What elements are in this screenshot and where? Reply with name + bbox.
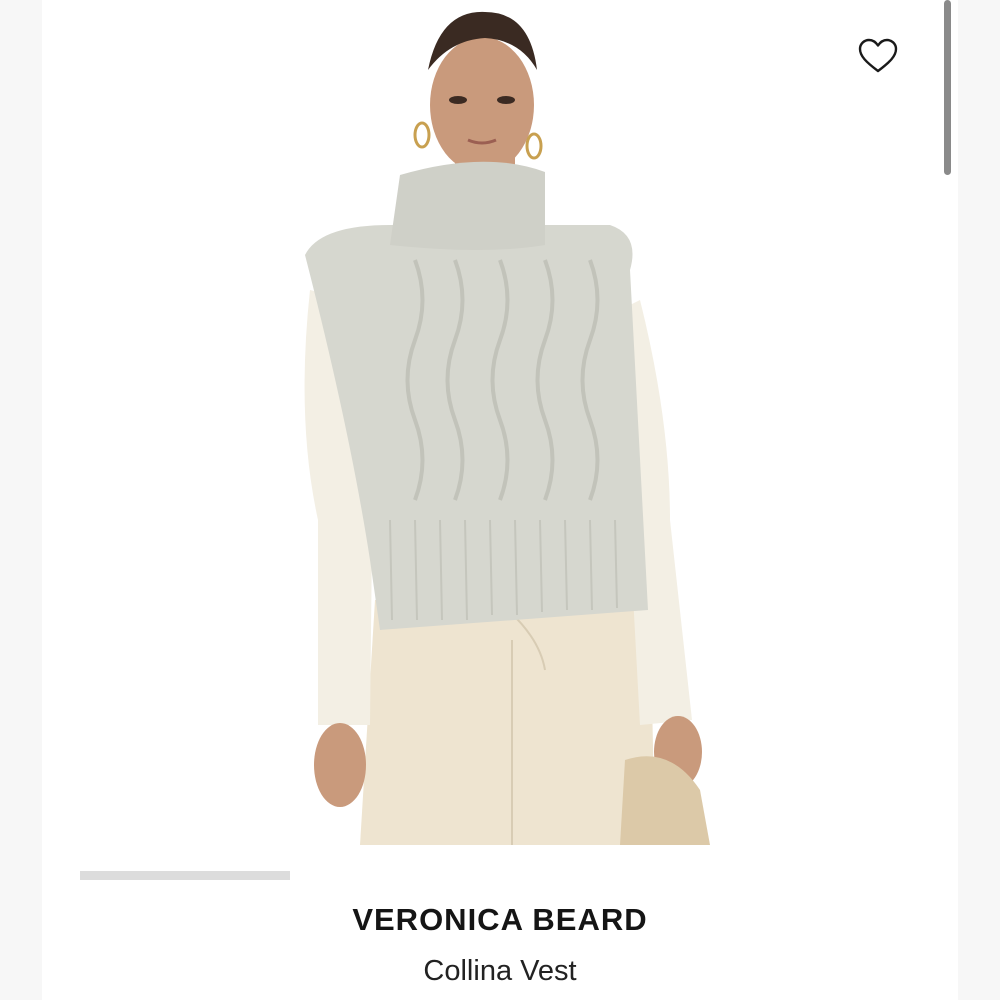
product-name: Collina Vest xyxy=(423,955,577,987)
head-shape xyxy=(430,37,534,173)
left-hand-shape xyxy=(314,723,366,807)
image-carousel-indicator[interactable] xyxy=(80,871,290,880)
favorite-button[interactable] xyxy=(852,32,904,80)
heart-outline-icon xyxy=(858,38,898,73)
product-photo[interactable] xyxy=(200,0,800,845)
trousers-shape xyxy=(360,600,655,845)
right-gutter xyxy=(958,0,1000,1000)
product-brand[interactable]: VERONICA BEARD xyxy=(200,902,800,938)
scrollbar-thumb[interactable] xyxy=(944,0,951,175)
product-page: VERONICA BEARD Collina Vest xyxy=(0,0,1000,1000)
left-gutter xyxy=(0,0,42,1000)
turtleneck-collar-shape xyxy=(390,161,545,250)
model-illustration xyxy=(304,11,710,845)
